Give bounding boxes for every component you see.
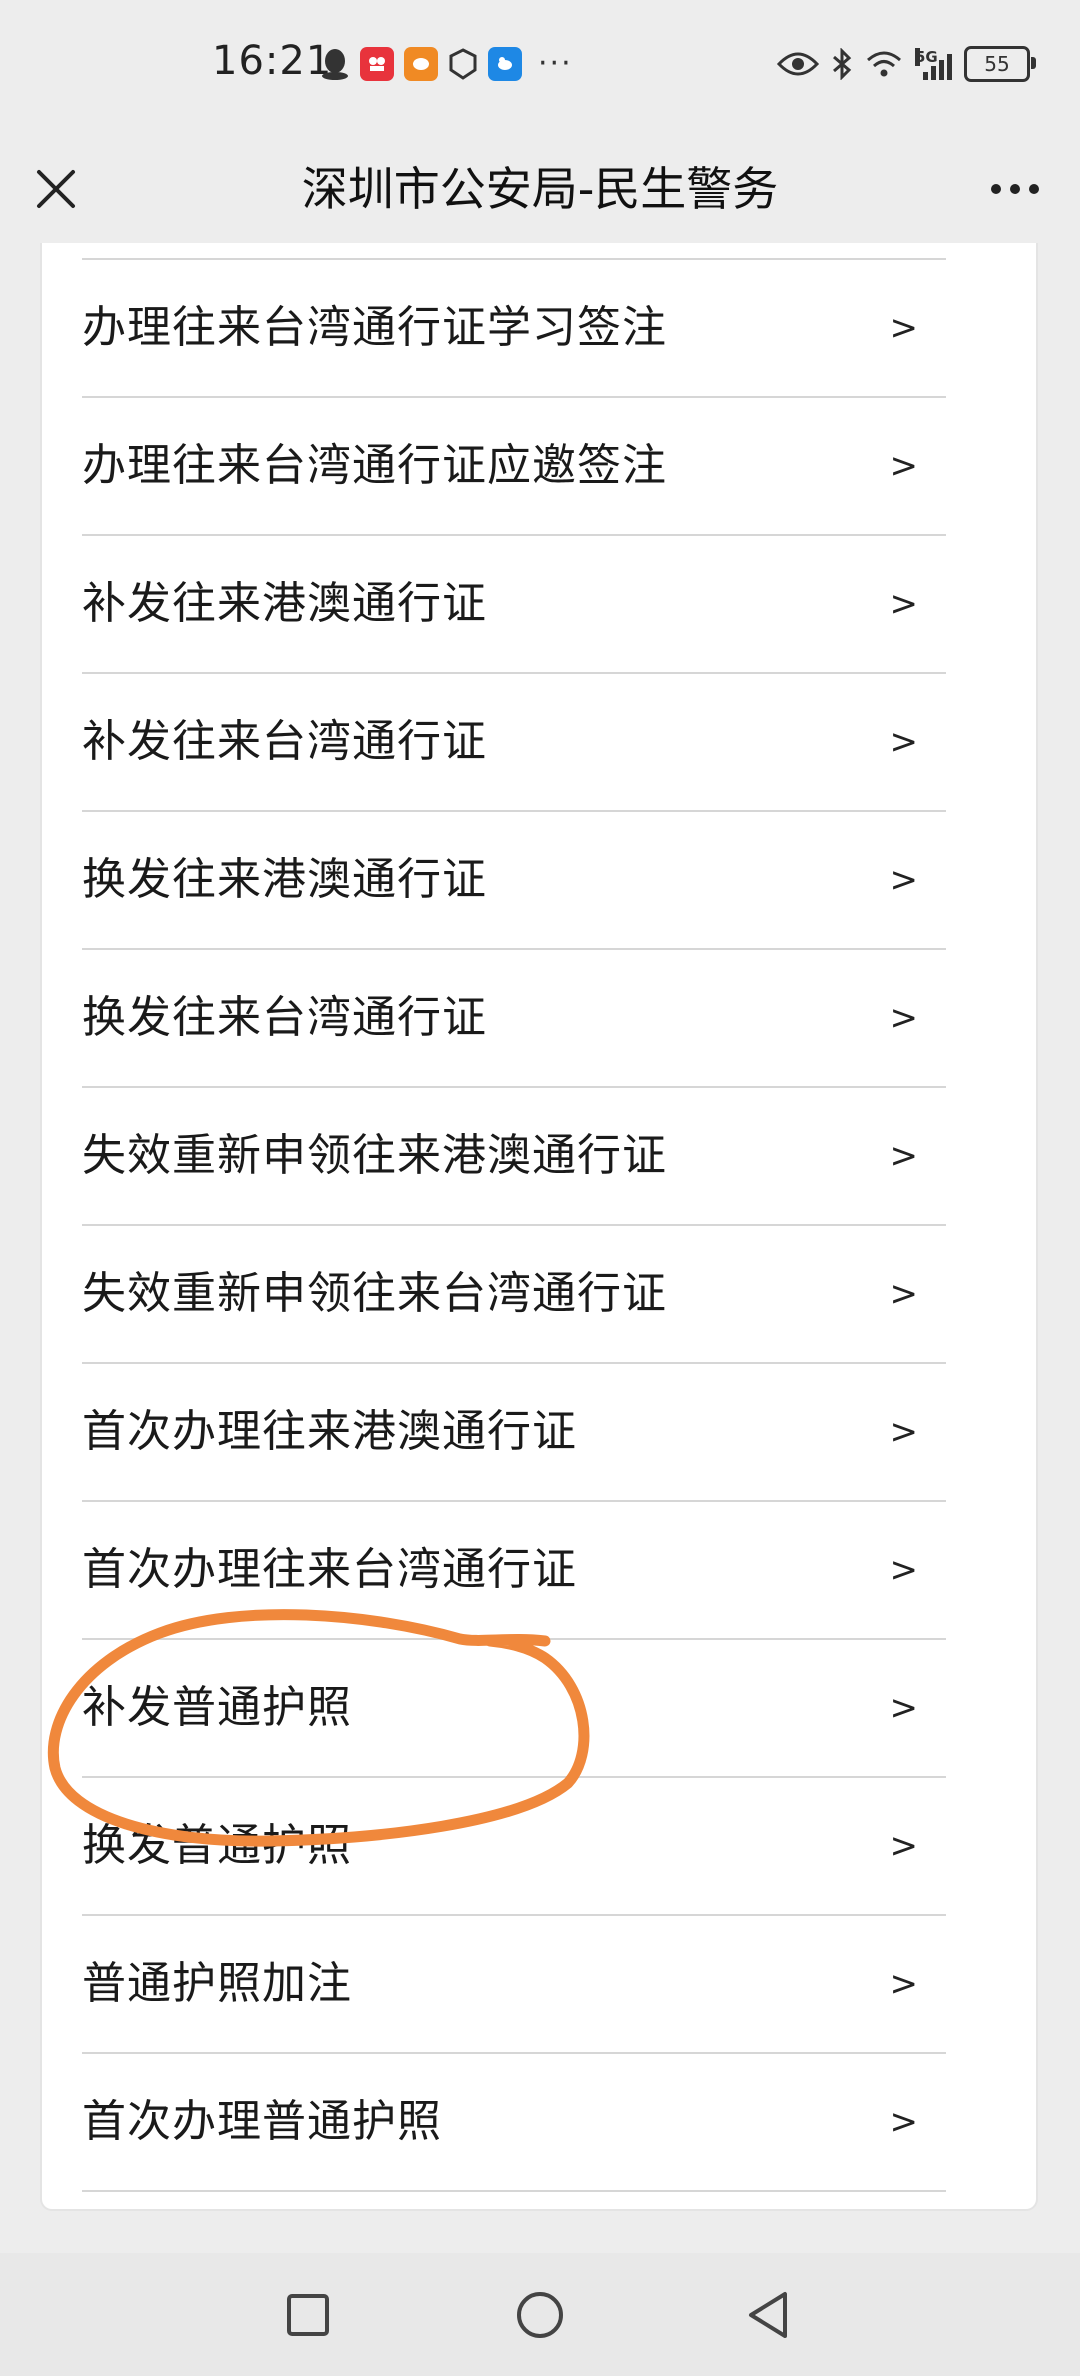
red-app-icon (360, 46, 394, 81)
chevron-right-icon: > (889, 1964, 919, 2004)
item-label: 换发往来台湾通行证 (82, 992, 487, 1043)
chevron-right-icon: > (889, 1688, 919, 1728)
orange-chat-icon (404, 46, 438, 81)
chevron-right-icon: > (889, 2102, 919, 2142)
list-item[interactable]: 办理往来台湾通行证学习签注 > (82, 260, 946, 398)
system-nav-bar (0, 2253, 1080, 2376)
blue-bird-icon (488, 46, 522, 81)
item-label: 失效重新申领往来台湾通行证 (82, 1268, 667, 1319)
battery-level: 55 (984, 52, 1010, 76)
list-item[interactable]: 首次办理普通护照 > (82, 2054, 946, 2192)
status-time: 16:21 (212, 38, 333, 84)
list-item[interactable]: 换发往来台湾通行证 > (82, 950, 946, 1088)
item-label: 补发往来台湾通行证 (82, 716, 487, 767)
item-label: 首次办理往来台湾通行证 (82, 1544, 577, 1595)
list-item[interactable]: 办理往来台湾通行证应邀签注 > (82, 398, 946, 536)
back-button[interactable] (736, 2283, 800, 2347)
item-label: 补发普通护照 (82, 1682, 352, 1733)
service-list: 办理往来台湾通行证学习签注 > 办理往来台湾通行证应邀签注 > 补发往来港澳通行… (82, 258, 946, 2192)
chevron-right-icon: > (889, 1136, 919, 1176)
shield-icon (449, 47, 477, 80)
notification-icons: ··· (320, 46, 573, 81)
more-icon (991, 184, 1001, 194)
system-icons: 5G 55 (777, 46, 1036, 82)
square-icon (287, 2294, 329, 2336)
eye-icon (777, 52, 819, 76)
chevron-right-icon: > (889, 1274, 919, 1314)
item-label: 换发往来港澳通行证 (82, 854, 487, 905)
item-label: 首次办理往来港澳通行证 (82, 1406, 577, 1457)
content-area[interactable]: 办理往来台湾通行证学习签注 > 办理往来台湾通行证应邀签注 > 补发往来港澳通行… (0, 243, 1080, 2253)
status-bar: 16:21 ··· 5G 55 (0, 0, 1080, 135)
qq-penguin-icon (322, 48, 348, 80)
recents-button[interactable] (276, 2283, 340, 2347)
item-label: 普通护照加注 (82, 1958, 352, 2009)
chevron-right-icon: > (889, 584, 919, 624)
home-button[interactable] (508, 2283, 572, 2347)
chevron-right-icon: > (889, 1826, 919, 1866)
list-item[interactable]: 补发往来港澳通行证 > (82, 536, 946, 674)
list-item[interactable]: 补发往来台湾通行证 > (82, 674, 946, 812)
item-label: 办理往来台湾通行证学习签注 (82, 302, 667, 353)
page-title: 深圳市公安局-民生警务 (301, 162, 779, 216)
nav-bar: 深圳市公安局-民生警务 (0, 135, 1080, 243)
chevron-right-icon: > (889, 308, 919, 348)
chevron-right-icon: > (889, 1550, 919, 1590)
chevron-right-icon: > (889, 1412, 919, 1452)
chevron-right-icon: > (889, 860, 919, 900)
list-item[interactable]: 首次办理往来台湾通行证 > (82, 1502, 946, 1640)
cellular-signal-icon: 5G (915, 48, 952, 80)
item-label: 失效重新申领往来港澳通行证 (82, 1130, 667, 1181)
circle-icon (517, 2292, 563, 2338)
item-label: 换发普通护照 (82, 1820, 352, 1871)
chevron-right-icon: > (889, 446, 919, 486)
list-item[interactable]: 失效重新申领往来港澳通行证 > (82, 1088, 946, 1226)
service-card: 办理往来台湾通行证学习签注 > 办理往来台湾通行证应邀签注 > 补发往来港澳通行… (40, 243, 1038, 2211)
item-label: 首次办理普通护照 (82, 2096, 442, 2147)
bluetooth-icon (833, 48, 852, 80)
more-button[interactable] (980, 161, 1050, 217)
item-label: 补发往来港澳通行证 (82, 578, 487, 629)
list-item[interactable]: 换发普通护照 > (82, 1778, 946, 1916)
list-item[interactable]: 普通护照加注 > (82, 1916, 946, 2054)
wifi-icon (867, 51, 901, 77)
battery-icon: 55 (964, 46, 1036, 82)
list-item[interactable]: 首次办理往来港澳通行证 > (82, 1364, 946, 1502)
more-notifications-icon: ··· (538, 46, 573, 81)
chevron-right-icon: > (889, 722, 919, 762)
triangle-back-icon (749, 2292, 787, 2338)
list-item[interactable]: 补发普通护照 > (82, 1640, 946, 1778)
screen: 16:21 ··· 5G 55 深圳市公安局-民生警务 办理往来台湾通行证学习签… (0, 0, 1080, 2376)
item-label: 办理往来台湾通行证应邀签注 (82, 440, 667, 491)
chevron-right-icon: > (889, 998, 919, 1038)
list-item[interactable]: 换发往来港澳通行证 > (82, 812, 946, 950)
list-item[interactable]: 失效重新申领往来台湾通行证 > (82, 1226, 946, 1364)
